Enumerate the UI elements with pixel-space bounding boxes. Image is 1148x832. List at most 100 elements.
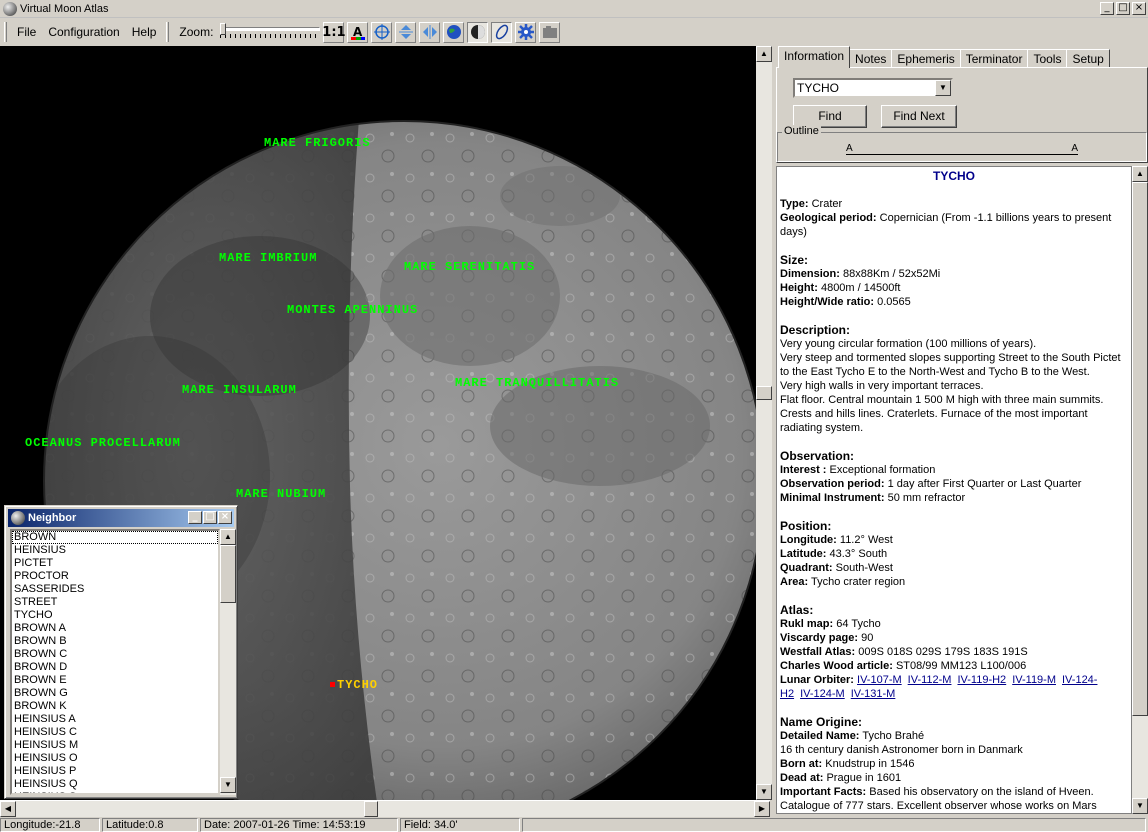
facts-value: Based his observatory on the island of H… xyxy=(869,786,1094,798)
chevron-down-icon[interactable]: ▼ xyxy=(935,80,951,96)
map-scroll-up[interactable]: ▲ xyxy=(756,46,772,62)
tab-notes[interactable]: Notes xyxy=(849,49,893,68)
description-header: Description: xyxy=(780,323,851,337)
menu-configuration[interactable]: Configuration xyxy=(42,25,125,39)
tab-ephemeris[interactable]: Ephemeris xyxy=(891,49,961,68)
dead-value: Prague in 1601 xyxy=(826,772,902,784)
neighbor-list-item[interactable]: BROWN B xyxy=(12,635,218,648)
neighbor-minimize-button[interactable]: _ xyxy=(188,511,202,524)
neighbor-list-item[interactable]: BROWN C xyxy=(12,648,218,661)
neighbor-list-item[interactable]: BROWN G xyxy=(12,687,218,700)
orbiter-link[interactable]: IV-119-M xyxy=(1012,674,1056,686)
formation-search-combo[interactable]: TYCHO ▼ xyxy=(793,78,953,98)
phase-button[interactable] xyxy=(467,21,489,43)
tab-setup[interactable]: Setup xyxy=(1066,49,1110,68)
tab-terminator[interactable]: Terminator xyxy=(959,49,1029,68)
neighbor-list-item[interactable]: HEINSIUS xyxy=(12,544,218,557)
libration-button[interactable] xyxy=(491,21,513,43)
orbiter-link[interactable]: IV-119-H2 xyxy=(957,674,1006,686)
map-vertical-scrollbar[interactable]: ▲ ▼ xyxy=(756,46,772,800)
neighbor-list-item[interactable]: HEINSIUS C xyxy=(12,726,218,739)
neighbor-list-item[interactable]: HEINSIUS P xyxy=(12,765,218,778)
neighbor-list-item[interactable]: BROWN xyxy=(12,531,218,544)
label-mare-insularum: MARE INSULARUM xyxy=(182,383,297,397)
neighbor-list-item[interactable]: BROWN A xyxy=(12,622,218,635)
neighbor-list[interactable]: BROWN HEINSIUS PICTET PROCTOR SASSERIDES STRE… xyxy=(10,529,220,795)
neighbor-title-bar[interactable]: Neighbor _ □ × xyxy=(8,509,234,527)
label-color-button[interactable]: A xyxy=(347,21,369,43)
neighbor-list-item[interactable]: HEINSIUS Q xyxy=(12,778,218,791)
neighbor-list-item[interactable]: BROWN D xyxy=(12,661,218,674)
menu-file[interactable]: File xyxy=(11,25,42,39)
menu-help[interactable]: Help xyxy=(126,25,163,39)
map-horizontal-scrollbar[interactable]: ◀ ▶ xyxy=(0,800,770,817)
tab-information[interactable]: Information xyxy=(778,46,851,68)
flip-horizontal-icon xyxy=(422,25,437,39)
dead-label: Dead at: xyxy=(780,772,824,784)
orbiter-link[interactable]: IV-124-M xyxy=(800,688,845,700)
status-longitude: Longitude:-21.8 xyxy=(0,818,100,832)
maximize-button[interactable]: □ xyxy=(1116,2,1130,15)
orbiter-link[interactable]: IV-112-M xyxy=(908,674,952,686)
neighbor-scroll-thumb[interactable] xyxy=(220,545,236,603)
westfall-value: 009S 018S 029S 179S 183S 191S xyxy=(858,646,1028,658)
zoom-ticks xyxy=(220,34,321,38)
neighbor-close-button[interactable]: × xyxy=(218,511,232,524)
label-tycho[interactable]: TYCHO xyxy=(337,678,378,692)
orbiter-link[interactable]: IV-131-M xyxy=(851,688,896,700)
camera-icon xyxy=(542,26,557,38)
map-scroll-right[interactable]: ▶ xyxy=(754,801,770,817)
neighbor-list-item[interactable]: HEINSIUS S xyxy=(12,791,218,793)
flip-horizontal-button[interactable] xyxy=(419,21,441,43)
viscardy-value: 90 xyxy=(861,632,874,644)
neighbor-scroll-up[interactable]: ▲ xyxy=(220,529,236,545)
map-scroll-left[interactable]: ◀ xyxy=(0,801,16,817)
quadrant-value: South-West xyxy=(835,562,893,574)
neighbor-scrollbar[interactable]: ▲ ▼ xyxy=(220,529,236,795)
info-scroll-down[interactable]: ▼ xyxy=(1132,798,1148,814)
neighbor-list-item[interactable]: PICTET xyxy=(12,557,218,570)
flip-vertical-icon xyxy=(398,25,413,39)
neighbor-list-item[interactable]: HEINSIUS O xyxy=(12,752,218,765)
close-button[interactable]: × xyxy=(1132,2,1146,15)
crosshair-button[interactable] xyxy=(371,21,393,43)
settings-button[interactable] xyxy=(515,21,537,43)
flip-vertical-button[interactable] xyxy=(395,21,417,43)
tab-tools[interactable]: Tools xyxy=(1027,49,1068,68)
map-scroll-thumb[interactable] xyxy=(756,386,772,400)
zoom-thumb[interactable] xyxy=(220,23,227,35)
minimize-button[interactable]: _ xyxy=(1100,2,1114,15)
earth-view-button[interactable] xyxy=(443,21,465,43)
neighbor-list-item[interactable]: HEINSIUS M xyxy=(12,739,218,752)
one-to-one-button[interactable]: 1:1 xyxy=(322,21,346,43)
neighbor-list-item[interactable]: BROWN E xyxy=(12,674,218,687)
tycho-marker[interactable] xyxy=(330,682,335,687)
neighbor-list-item[interactable]: BROWN K xyxy=(12,700,218,713)
neighbor-list-item[interactable]: TYCHO xyxy=(12,609,218,622)
longitude-label: Longitude: xyxy=(780,534,837,546)
map-hscroll-thumb[interactable] xyxy=(364,801,378,817)
info-scroll-up[interactable]: ▲ xyxy=(1132,166,1148,182)
neighbor-list-item[interactable]: HEINSIUS A xyxy=(12,713,218,726)
neighbor-list-item[interactable]: STREET xyxy=(12,596,218,609)
outline-group: Outline A A xyxy=(777,125,1147,162)
born-value: Knudstrup in 1546 xyxy=(825,758,915,770)
orbiter-link[interactable]: IV-107-M xyxy=(857,674,902,686)
neighbor-title: Neighbor xyxy=(28,512,77,524)
obs-period-value: 1 day after First Quarter or Last Quarte… xyxy=(887,478,1082,490)
longitude-value: 11.2° West xyxy=(839,534,893,546)
outline-slider[interactable]: A A xyxy=(846,143,1078,155)
camera-button[interactable] xyxy=(539,21,561,43)
observation-header: Observation: xyxy=(780,449,855,463)
info-scrollbar[interactable]: ▲ ▼ xyxy=(1132,166,1148,814)
status-latitude: Latitude:0.8 xyxy=(102,818,198,832)
neighbor-list-item[interactable]: SASSERIDES xyxy=(12,583,218,596)
neighbor-scroll-down[interactable]: ▼ xyxy=(220,777,236,793)
neighbor-maximize-button[interactable]: □ xyxy=(203,511,217,524)
neighbor-list-item[interactable]: PROCTOR xyxy=(12,570,218,583)
info-scroll-thumb[interactable] xyxy=(1132,182,1148,716)
map-scroll-down[interactable]: ▼ xyxy=(756,784,772,800)
find-next-button[interactable]: Find Next xyxy=(881,105,957,128)
zoom-slider[interactable] xyxy=(220,23,321,41)
menu-bar: File Configuration Help Zoom: 1:1 A xyxy=(0,19,1148,45)
